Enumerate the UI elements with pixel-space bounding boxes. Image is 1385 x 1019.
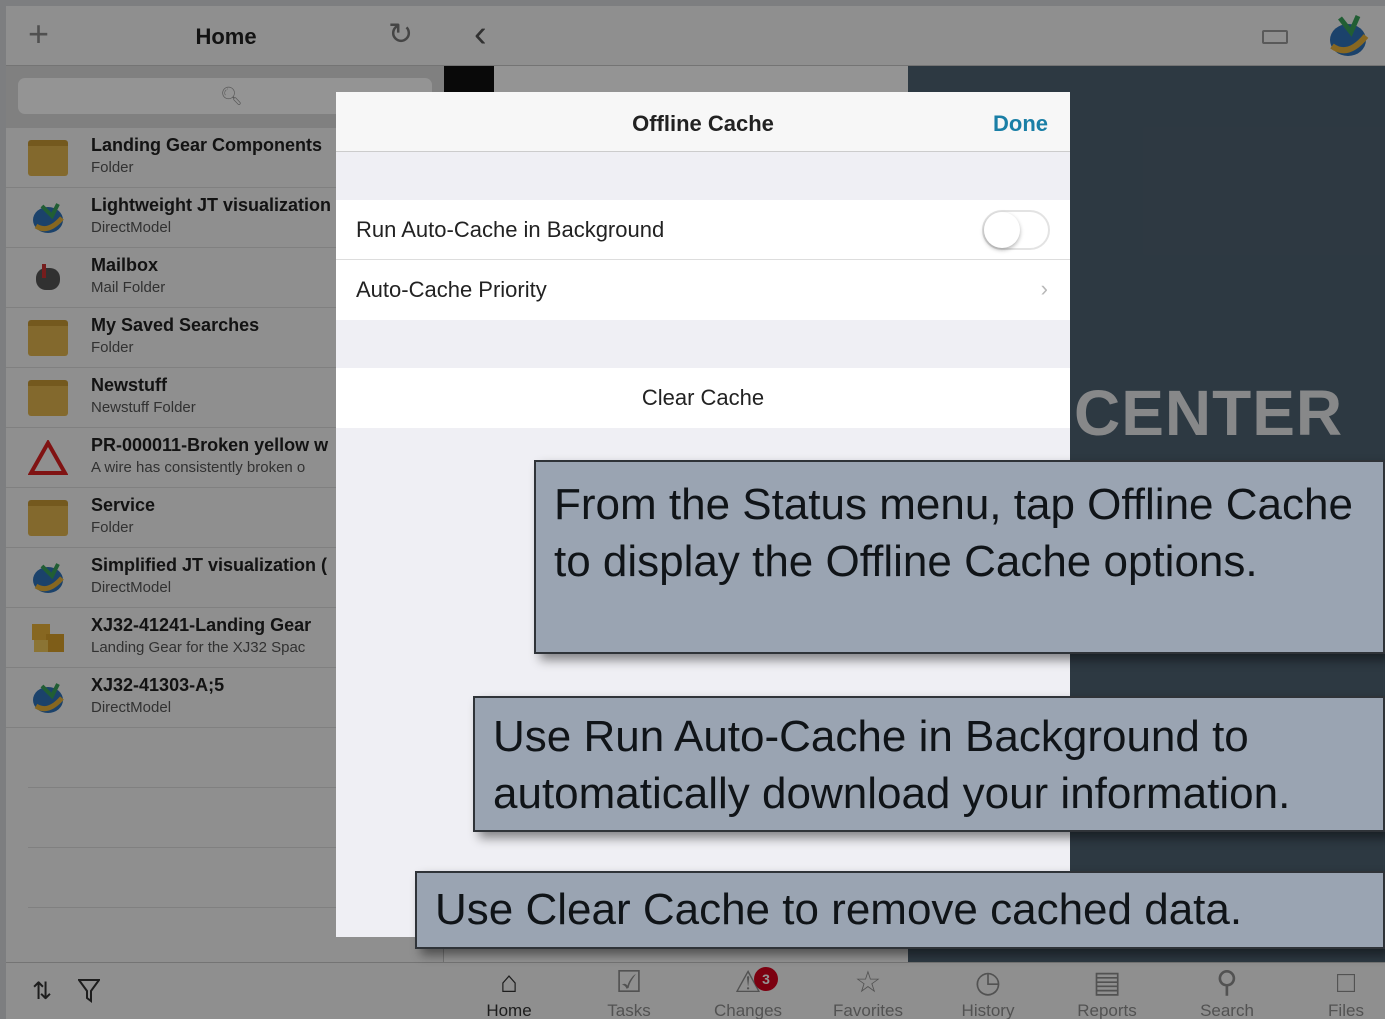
dialog-title: Offline Cache: [632, 111, 774, 136]
run-auto-cache-toggle[interactable]: [982, 210, 1050, 250]
callout-clear-cache: Use Clear Cache to remove cached data.: [415, 871, 1385, 949]
clear-cache-button[interactable]: Clear Cache: [336, 368, 1070, 428]
callout-status-menu: From the Status menu, tap Offline Cache …: [534, 460, 1385, 654]
auto-cache-priority-label: Auto-Cache Priority: [356, 277, 547, 302]
toggle-knob: [984, 212, 1020, 248]
chevron-right-icon: ›: [1040, 276, 1048, 301]
dialog-header: Offline Cache Done: [336, 92, 1070, 152]
run-auto-cache-label: Run Auto-Cache in Background: [356, 217, 665, 242]
auto-cache-priority-cell[interactable]: Auto-Cache Priority ›: [336, 260, 1070, 320]
done-button[interactable]: Done: [993, 111, 1048, 137]
clear-cache-label: Clear Cache: [641, 385, 765, 410]
callout-run-auto-cache: Use Run Auto-Cache in Background to auto…: [473, 696, 1385, 832]
run-auto-cache-cell: Run Auto-Cache in Background: [336, 200, 1070, 260]
